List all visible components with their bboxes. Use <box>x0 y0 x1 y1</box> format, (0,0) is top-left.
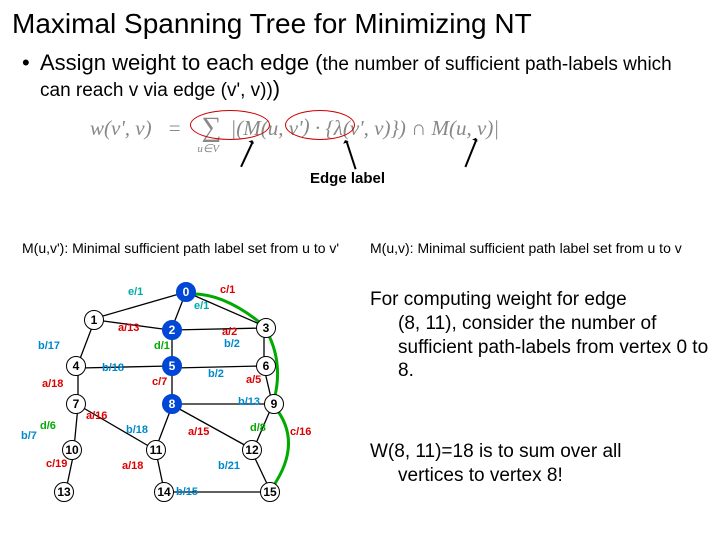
slide-title: Maximal Spanning Tree for Minimizing NT <box>0 0 720 44</box>
formula-cap: ∩ <box>411 116 426 141</box>
graph-node-9: 9 <box>264 394 284 414</box>
edge-label: a/18 <box>122 460 143 472</box>
graph-node-12: 12 <box>242 440 262 460</box>
edge-label: b/15 <box>176 486 198 498</box>
edge-label: b/2 <box>224 338 240 350</box>
edge-label: e/1 <box>128 286 143 298</box>
graph-node-3: 3 <box>256 318 276 338</box>
graph-node-2: 2 <box>162 320 182 340</box>
para2-line1: W(8, 11)=18 is to sum over all <box>370 441 622 462</box>
left-definition: M(u,v'): Minimal sufficient path label s… <box>22 240 342 256</box>
graph-node-8: 8 <box>162 394 182 414</box>
edge-label: a/5 <box>246 374 261 386</box>
formula-eq: = <box>167 116 181 141</box>
bullet-main: Assign weight to each edge (the number o… <box>0 44 720 104</box>
edge-label: b/17 <box>38 340 60 352</box>
edge-label: e/1 <box>194 300 209 312</box>
edge-label: c/19 <box>46 458 67 470</box>
edge-label: b/7 <box>21 430 37 442</box>
edge-label: d/6 <box>40 420 56 432</box>
edge-label-caption: Edge label <box>310 170 385 187</box>
arrow-icon <box>240 141 253 167</box>
edge-label: c/16 <box>290 426 311 438</box>
graph-node-1: 1 <box>84 310 104 330</box>
para1-line1: For computing weight for edge <box>370 289 627 310</box>
para2-line2: vertices to vertex 8! <box>370 464 710 488</box>
graph-node-6: 6 <box>256 356 276 376</box>
edge-label: a/13 <box>118 322 139 334</box>
graph-node-4: 4 <box>66 356 86 376</box>
formula: w(v', v) = ∑u∈V |(M(u, v') · {λ(v', v)})… <box>90 112 720 144</box>
circle-annotation-2 <box>285 110 355 140</box>
edge-label: d/8 <box>250 422 266 434</box>
graph-diagram: 0123456789101112131415e/1c/1e/1a/13a/2b/… <box>24 282 354 532</box>
edge-label: a/2 <box>222 326 237 338</box>
graph-node-7: 7 <box>66 394 86 414</box>
graph-node-10: 10 <box>62 440 82 460</box>
graph-node-0: 0 <box>176 282 196 302</box>
edge-label: d/1 <box>154 340 170 352</box>
formula-lhs: w(v', v) <box>90 116 152 141</box>
circle-annotation-1 <box>190 110 270 140</box>
edge-label: b/21 <box>218 460 240 472</box>
edge-label: a/15 <box>188 426 209 438</box>
bullet-text: Assign weight to each edge ( <box>40 50 323 75</box>
edge-label-row: Edge label <box>0 148 720 182</box>
edge-label: b/13 <box>238 396 260 408</box>
arrow-icon <box>345 141 356 170</box>
paragraph-1: For computing weight for edge (8, 11), c… <box>370 288 710 383</box>
edge-label: b/18 <box>126 424 148 436</box>
edge-label: a/16 <box>86 410 107 422</box>
edge-label: b/18 <box>102 362 124 374</box>
formula-rhs3: M(u, v)| <box>432 116 500 141</box>
graph-node-14: 14 <box>154 482 174 502</box>
paragraph-2: W(8, 11)=18 is to sum over all vertices … <box>370 440 710 488</box>
para1-line2: (8, 11), consider the number of sufficie… <box>370 312 710 383</box>
graph-node-5: 5 <box>162 356 182 376</box>
graph-node-11: 11 <box>146 440 166 460</box>
edge-label: b/2 <box>208 368 224 380</box>
edge-label: c/1 <box>220 284 235 296</box>
graph-node-13: 13 <box>54 482 74 502</box>
right-definition: M(u,v): Minimal sufficient path label se… <box>370 240 700 256</box>
edge-label: c/7 <box>152 376 167 388</box>
edge-label: a/18 <box>42 378 63 390</box>
graph-node-15: 15 <box>260 482 280 502</box>
